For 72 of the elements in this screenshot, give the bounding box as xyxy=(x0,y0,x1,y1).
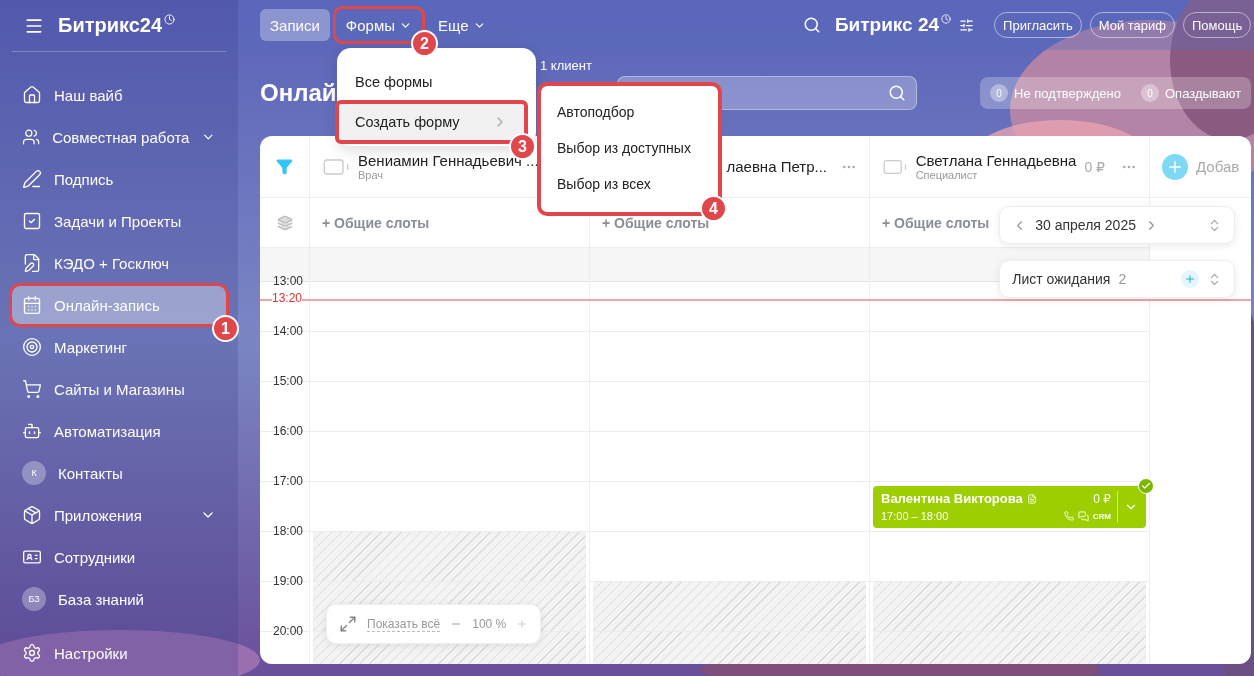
avatar: К xyxy=(22,461,46,485)
appointment-price: 0 ₽ xyxy=(1093,491,1111,506)
resource-name: лаевна Петр... xyxy=(726,158,827,175)
logo: Битрикс24 xyxy=(58,14,176,37)
show-all-link[interactable]: Показать всё xyxy=(367,616,441,632)
current-time-label: 13:20 xyxy=(272,290,303,305)
add-icon[interactable] xyxy=(1181,270,1200,288)
avatar: БЗ xyxy=(22,587,46,611)
sidebar-item[interactable]: Задачи и Проекты xyxy=(12,202,226,240)
time-label: 17:00 xyxy=(271,474,304,488)
time-label: 16:00 xyxy=(271,424,304,438)
appointment-time: 17:00 – 18:00 xyxy=(881,510,949,522)
menu-item[interactable]: Все формы xyxy=(337,62,526,102)
target-icon xyxy=(22,337,42,357)
resource-price: 0 ₽ xyxy=(1084,158,1105,175)
sidebar-item[interactable]: Подпись xyxy=(12,160,226,198)
sidebar-item[interactable]: Наш вайб xyxy=(12,76,226,114)
zoom-value: 100 % xyxy=(472,617,507,631)
time-label: 20:00 xyxy=(271,624,304,638)
sidebar-item[interactable]: Автоматизация xyxy=(12,412,226,450)
page-title: Онлай xyxy=(260,79,337,107)
cart-icon xyxy=(22,379,42,399)
layers-icon[interactable] xyxy=(276,214,293,231)
sidebar-item[interactable]: Сотрудники xyxy=(12,538,226,576)
crm-label: CRM xyxy=(1092,511,1111,521)
settings-icon[interactable] xyxy=(959,17,975,33)
client-name: Валентина Викторова xyxy=(881,491,1023,506)
clients-count: 1 клиент xyxy=(540,58,592,73)
time-label: 19:00 xyxy=(271,574,304,588)
box-icon xyxy=(22,505,42,525)
tab[interactable]: Записи xyxy=(260,9,330,41)
add-icon[interactable] xyxy=(1162,153,1188,180)
chat-icon xyxy=(1077,510,1089,522)
resource-role: Специалист xyxy=(915,169,979,181)
waitlist-count: 2 xyxy=(1118,271,1127,287)
time-label: 18:00 xyxy=(271,524,304,538)
calendar-icon xyxy=(22,295,42,315)
sidebar-item[interactable]: КЭДО + Госключ xyxy=(12,244,226,282)
search-icon[interactable] xyxy=(802,16,821,34)
time-label: 15:00 xyxy=(271,374,304,388)
home-icon xyxy=(22,85,42,105)
sidebar-item[interactable]: Приложения xyxy=(12,496,226,534)
checkbox-icon xyxy=(22,211,42,231)
robot-icon xyxy=(22,421,42,441)
waitlist-label: Лист ожидания xyxy=(1012,271,1111,287)
sidebar-item[interactable]: БЗ База знаний xyxy=(12,580,226,618)
document-pen-icon xyxy=(22,253,42,273)
time-label: 14:00 xyxy=(271,324,304,338)
shared-slots-link[interactable]: + Общие слоты xyxy=(882,214,990,231)
search-icon xyxy=(888,84,906,102)
time-label: 13:00 xyxy=(271,274,304,288)
resource-name: Светлана Геннадьевна xyxy=(915,152,1077,169)
date-label: 30 апреля 2025 xyxy=(1035,217,1136,233)
menu-item[interactable]: Автоподбор xyxy=(541,94,718,130)
add-resource-label: Добав xyxy=(1196,158,1240,175)
settings-icon xyxy=(22,643,42,663)
menu-item[interactable]: Выбор из доступных xyxy=(541,130,718,166)
waitlist-panel[interactable]: Лист ожидания 2 xyxy=(999,260,1236,298)
note-icon xyxy=(1026,493,1037,504)
shared-slots-link[interactable]: + Общие слоты xyxy=(322,214,430,231)
pen-icon xyxy=(22,169,42,189)
phone-icon xyxy=(1063,511,1074,521)
zoom-in-icon[interactable] xyxy=(516,618,529,630)
sidebar-item[interactable]: К Контакты xyxy=(12,454,226,492)
people-icon xyxy=(22,127,41,147)
date-picker[interactable]: 30 апреля 2025 xyxy=(999,206,1236,244)
sidebar-item[interactable]: Сайты и Магазины xyxy=(12,370,226,408)
sidebar-item[interactable]: Совместная работа xyxy=(12,118,226,156)
brand-logo: Битрикс 24 xyxy=(834,14,952,36)
fullscreen-icon[interactable] xyxy=(339,615,357,633)
filter-icon[interactable] xyxy=(276,158,293,175)
resource-role: Врач xyxy=(358,169,385,181)
